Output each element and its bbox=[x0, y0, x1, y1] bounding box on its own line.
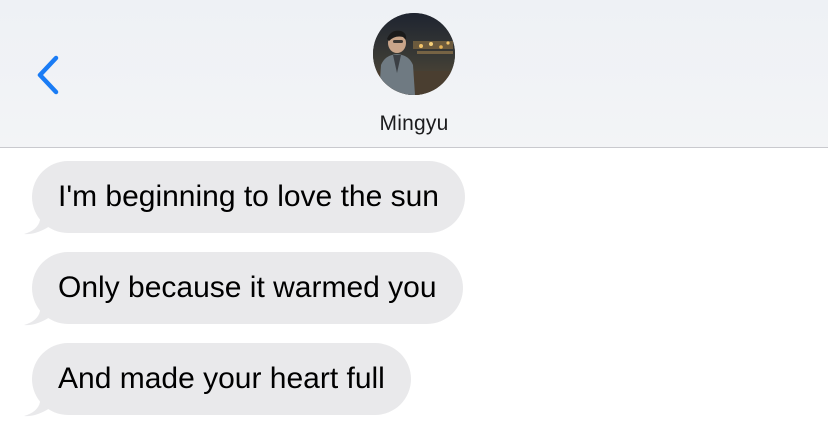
conversation-header: Mingyu bbox=[0, 0, 828, 148]
avatar-photo bbox=[373, 13, 455, 95]
incoming-message-bubble[interactable]: Only because it warmed you bbox=[32, 252, 463, 324]
back-button[interactable] bbox=[28, 52, 68, 98]
chevron-left-icon bbox=[37, 55, 59, 95]
contact-avatar[interactable] bbox=[373, 13, 455, 95]
contact-name[interactable]: Mingyu bbox=[0, 112, 828, 136]
message-thread: I'm beginning to love the sun Only becau… bbox=[0, 148, 828, 426]
incoming-message-bubble[interactable]: I'm beginning to love the sun bbox=[32, 161, 465, 233]
incoming-message-bubble[interactable]: And made your heart full bbox=[32, 343, 411, 415]
